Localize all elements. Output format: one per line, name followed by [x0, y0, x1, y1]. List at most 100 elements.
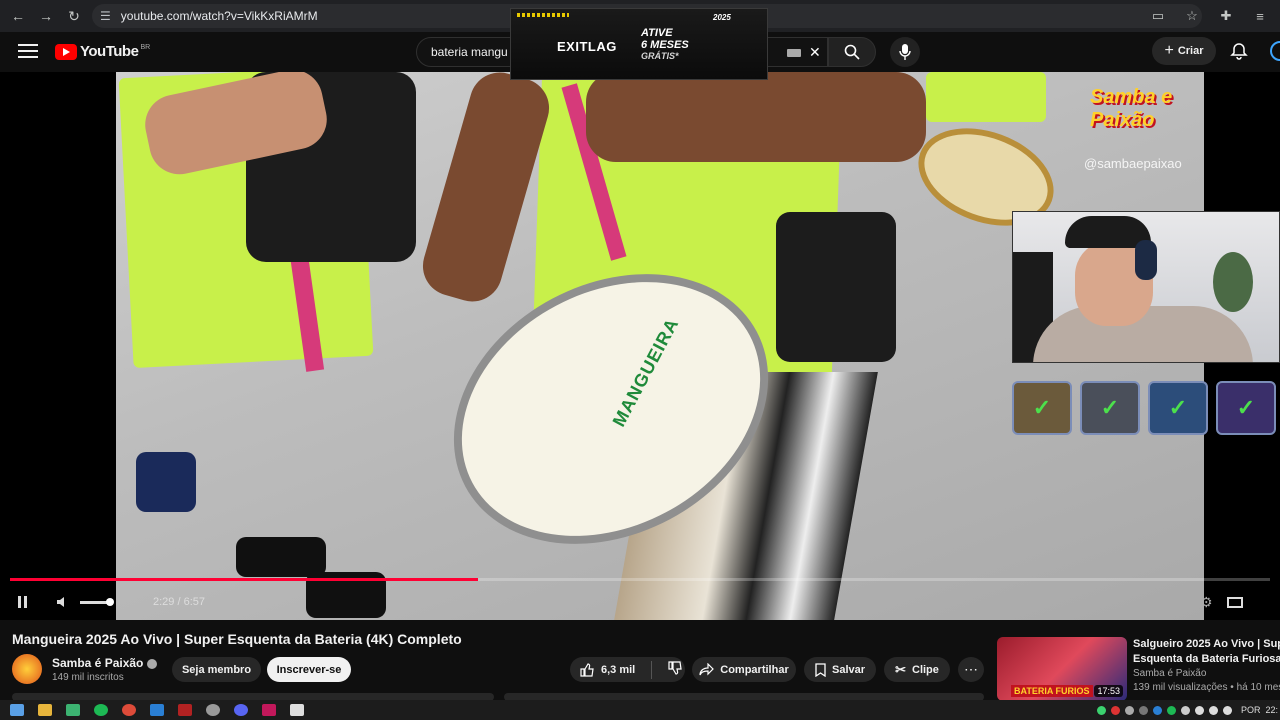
channel-name[interactable]: Samba é Paixão	[52, 656, 158, 670]
save-label: Salvar	[831, 663, 866, 676]
recommended-title[interactable]: Salgueiro 2025 Ao Vivo | Super Esquenta …	[1133, 637, 1280, 667]
tray-app-icon[interactable]	[1152, 705, 1162, 715]
youtube-logo[interactable]: YouTube BR	[55, 43, 150, 60]
capture-icon[interactable]	[262, 704, 276, 716]
tray-app-icon[interactable]	[1138, 705, 1148, 715]
save-button[interactable]: Salvar	[804, 657, 876, 682]
verified-icon	[147, 658, 158, 669]
extensions-icon[interactable]: ✚	[1212, 4, 1240, 28]
app-icon[interactable]	[178, 704, 192, 716]
share-button[interactable]: Compartilhar	[692, 657, 796, 682]
achievement-badges: ✓ ✓ ✓ ✓	[1010, 381, 1280, 437]
youtube-play-icon	[55, 43, 77, 60]
ad-line-1: ATIVE	[641, 27, 673, 39]
search-icon	[844, 44, 860, 60]
menu-hamburger-icon[interactable]	[18, 44, 38, 60]
keyboard-icon[interactable]	[787, 49, 801, 57]
thumbs-down-icon	[668, 661, 682, 675]
like-dislike-group: 6,3 mil	[570, 657, 685, 682]
file-explorer-icon[interactable]	[38, 704, 52, 716]
ad-line-2: 6 MESES	[641, 39, 689, 51]
install-app-icon[interactable]: ▭	[1144, 4, 1172, 28]
country-code: BR	[140, 44, 151, 51]
recommended-title-line-1: Salgueiro 2025 Ao Vivo | Super	[1133, 638, 1280, 650]
ad-line-3: GRÁTIS*	[641, 51, 679, 61]
url-text: youtube.com/watch?v=VikKxRiAMrM	[120, 9, 318, 23]
badge-1: ✓	[1012, 381, 1072, 435]
ad-brand: EXITLAG	[557, 39, 617, 54]
window-icon[interactable]	[290, 704, 304, 716]
microphone-icon	[899, 44, 911, 60]
watermark-logo: Samba e Paixão	[1090, 86, 1173, 131]
create-label: Criar	[1177, 45, 1204, 57]
tray-app-icon[interactable]	[1166, 705, 1176, 715]
time-display: 2:29 / 6:57	[153, 596, 205, 608]
video-duration: 17:53	[1094, 685, 1123, 697]
like-count: 6,3 mil	[601, 663, 636, 676]
video-title: Mangueira 2025 Ao Vivo | Super Esquenta …	[12, 631, 462, 647]
recommended-thumbnail[interactable]: BATERIA FURIOS 17:53	[997, 637, 1127, 701]
thumbnail-caption: BATERIA FURIOS	[1011, 685, 1093, 697]
search-query-text: bateria mangu	[431, 45, 508, 59]
fullscreen-icon[interactable]	[1226, 596, 1243, 608]
game-launcher-icon[interactable]	[66, 704, 80, 716]
language-indicator[interactable]: POR	[1241, 705, 1261, 715]
video-player[interactable]: MANGUEIRA Samba e Paixão @sambaepaixao ✓…	[0, 72, 1280, 620]
subscribe-button[interactable]: Inscrever-se	[267, 657, 351, 682]
pause-button[interactable]	[18, 592, 30, 612]
obs-icon[interactable]	[206, 704, 220, 716]
system-tray: POR 22:	[1096, 700, 1280, 720]
reload-icon[interactable]: ↻	[60, 2, 88, 30]
join-button[interactable]: Seja membro	[172, 657, 261, 682]
voice-search-button[interactable]	[890, 37, 920, 67]
spotify-icon[interactable]	[94, 704, 108, 716]
discord-icon[interactable]	[234, 704, 248, 716]
shoulder-bag	[776, 212, 896, 362]
volume-control[interactable]	[56, 592, 114, 612]
tray-app-icon[interactable]	[1124, 705, 1134, 715]
ad-year: 2025	[713, 13, 731, 22]
thumbs-up-icon	[580, 662, 594, 677]
theater-mode-icon[interactable]	[1170, 597, 1186, 607]
plus-icon: +	[1164, 42, 1174, 59]
logo-text: YouTube	[80, 43, 139, 60]
bookmark-star-icon[interactable]: ☆	[1178, 4, 1206, 28]
badge-3: ✓	[1148, 381, 1208, 435]
chrome-icon[interactable]	[122, 704, 136, 716]
volume-icon	[57, 597, 64, 607]
notifications-bell-icon[interactable]	[1230, 42, 1248, 60]
search-button[interactable]	[828, 37, 876, 67]
share-label: Compartilhar	[720, 663, 789, 676]
headphones	[1135, 240, 1157, 280]
recommended-stats: 139 mil visualizações • há 10 meses	[1133, 682, 1280, 693]
streamer-webcam	[1012, 211, 1280, 363]
settings-gear-icon[interactable]: ⚙	[1200, 594, 1213, 611]
tray-app-icon[interactable]	[1180, 705, 1190, 715]
sponsor-banner[interactable]: 2025 EXITLAG ATIVE 6 MESES GRÁTIS*	[510, 8, 768, 80]
clip-button[interactable]: ✂ Clipe	[884, 657, 950, 682]
tray-app-icon[interactable]	[1110, 705, 1120, 715]
scissors-icon: ✂	[895, 661, 906, 677]
forward-icon[interactable]: →	[32, 2, 60, 30]
clock[interactable]: 22:	[1265, 705, 1278, 715]
browser-menu-icon[interactable]: ≡	[1246, 4, 1274, 28]
microphone-tray-icon[interactable]	[1194, 705, 1204, 715]
channel-avatar[interactable]	[12, 654, 42, 684]
start-windows-icon[interactable]	[10, 704, 24, 716]
clear-search-icon[interactable]: ✕	[809, 44, 821, 61]
network-icon[interactable]	[1208, 705, 1218, 715]
edge-icon[interactable]	[150, 704, 164, 716]
progress-fill	[10, 578, 479, 581]
tray-app-icon[interactable]	[1096, 705, 1106, 715]
badge-4: ✓	[1216, 381, 1276, 435]
progress-bar[interactable]	[10, 578, 1270, 581]
more-actions-button[interactable]: ⋯	[958, 657, 984, 682]
like-button[interactable]: 6,3 mil	[580, 662, 636, 677]
volume-slider[interactable]	[80, 597, 114, 606]
recommended-channel[interactable]: Samba é Paixão	[1133, 668, 1206, 679]
site-info-icon[interactable]: ☰	[100, 9, 111, 23]
back-icon[interactable]: ←	[4, 2, 32, 30]
volume-tray-icon[interactable]	[1222, 705, 1232, 715]
create-button[interactable]: + Criar	[1152, 37, 1216, 65]
dislike-button[interactable]	[668, 661, 683, 678]
